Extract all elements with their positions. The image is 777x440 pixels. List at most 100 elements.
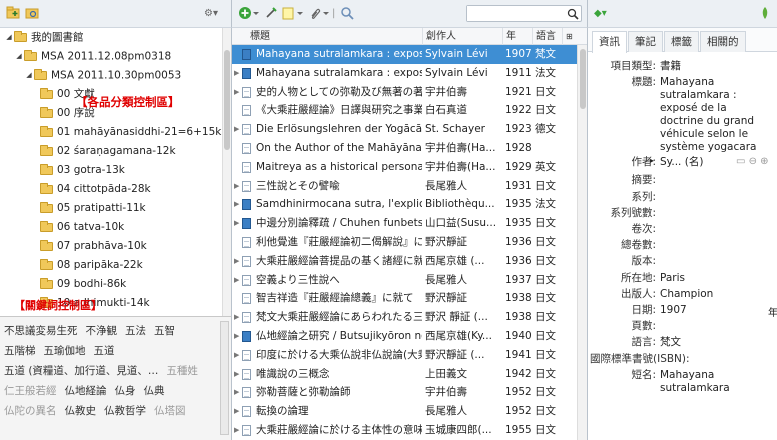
attach-icon[interactable]	[308, 6, 330, 22]
tag[interactable]: 不浄観	[86, 325, 118, 337]
table-row[interactable]: ▶ Mahayana sutralamkara : exposé de la ..…	[232, 64, 577, 83]
tab-1[interactable]: 筆記	[628, 31, 663, 52]
expand-row-icon[interactable]: ▶	[234, 346, 239, 365]
collection-item[interactable]: ◢ MSA 2011.12.08pm0318	[0, 47, 231, 66]
expand-row-icon[interactable]: ▶	[234, 365, 239, 384]
table-row[interactable]: 智吉祥造『莊嚴經論總義』に就て 野沢靜証 1938 日文	[232, 289, 577, 308]
new-note-icon[interactable]	[282, 6, 304, 22]
search-input[interactable]	[467, 6, 565, 21]
advanced-search-icon[interactable]	[340, 6, 354, 22]
field-value[interactable]: Paris	[660, 272, 685, 285]
tag[interactable]: 仏典	[144, 385, 165, 397]
tag[interactable]: 仏教史	[65, 405, 97, 417]
column-title[interactable]: 標題	[232, 28, 422, 45]
tag[interactable]: 仏塔図	[154, 405, 186, 417]
tag[interactable]: 五階梯	[4, 345, 36, 357]
tag[interactable]: 仏教哲学	[104, 405, 146, 417]
column-picker-icon[interactable]: ⊞	[562, 28, 578, 45]
column-year[interactable]: 年	[502, 28, 532, 45]
collection-item[interactable]: ◢ MSA 2011.10.30pm0053	[0, 66, 231, 85]
table-row[interactable]: ▶ 三性說とその譬喩 長尾雅人 1931 日文	[232, 177, 577, 196]
expand-row-icon[interactable]: ▶	[234, 120, 239, 139]
table-row[interactable]: ▶ 弥勒菩薩と弥勒論師 宇井伯壽 1952 日文	[232, 383, 577, 402]
table-row[interactable]: ▶ 仏地經論之研究 / Butsujikyōron no kenk...西尾京雄(…	[232, 327, 577, 346]
expand-row-icon[interactable]: ▶	[234, 252, 239, 271]
tag[interactable]: 仏身	[115, 385, 136, 397]
field-value[interactable]: 1907	[660, 304, 687, 317]
expand-row-icon[interactable]: ▶	[234, 64, 239, 83]
field-value[interactable]: Sy... (名)	[660, 156, 703, 169]
table-row[interactable]: ▶ 大乘莊嚴經論に於ける主体性の意味 / On...玉城康四郎(... 1955日文	[232, 421, 577, 440]
expand-toggle-icon[interactable]: ◢	[14, 47, 24, 66]
tag[interactable]: 仏地経論	[65, 385, 107, 397]
collection-item[interactable]: 03 gotra-13k	[0, 161, 231, 180]
collection-item[interactable]: 05 pratipatti-11k	[0, 199, 231, 218]
collection-item[interactable]: 04 cittotpāda-28k	[0, 180, 231, 199]
field-value[interactable]: 書籍	[660, 60, 681, 73]
collection-item[interactable]: 09 bodhi-86k	[0, 275, 231, 294]
tag[interactable]: 五種姓	[166, 365, 198, 377]
new-saved-search-icon[interactable]	[25, 6, 39, 22]
table-row[interactable]: ▶ Die Erlösungslehren der Yogācāra's n...…	[232, 120, 577, 139]
table-row[interactable]: Maitreya as a historical personage, Stu.…	[232, 158, 577, 177]
expand-toggle-icon[interactable]: ◢	[4, 28, 14, 47]
expand-toggle-icon[interactable]: ◢	[24, 66, 34, 85]
expand-row-icon[interactable]: ▶	[234, 271, 239, 290]
table-row[interactable]: ▶ 梵文大乘莊嚴經論にあらわれたる三性說...野沢 靜証 (... 1938日文	[232, 308, 577, 327]
search-input-box[interactable]	[466, 5, 582, 22]
locate-icon[interactable]: ◆▾	[594, 6, 607, 22]
expand-row-icon[interactable]: ▶	[234, 83, 239, 102]
expand-row-icon[interactable]: ▶	[234, 421, 239, 440]
tag-scrollbar[interactable]	[220, 321, 229, 435]
field-value[interactable]: 梵文	[660, 336, 681, 349]
column-creator[interactable]: 創作人	[422, 28, 502, 45]
gear-icon[interactable]: ⚙▾	[204, 6, 218, 22]
tag[interactable]: 五瑜伽地	[44, 345, 86, 357]
tag[interactable]: 不思議変易生死	[4, 325, 78, 337]
items-scrollbar[interactable]	[577, 45, 587, 440]
collection-item[interactable]: 02 śaraṇagamana-12k	[0, 142, 231, 161]
tag[interactable]: 仏陀の異名	[4, 405, 57, 417]
column-language[interactable]: 語言	[532, 28, 562, 45]
table-row[interactable]: 利他覺進『莊嚴經論初二偈解說』に就て野沢靜証 1936日文	[232, 233, 577, 252]
table-row[interactable]: ▶ 唯識說の三概念 上田義文 1942 日文	[232, 365, 577, 384]
table-row[interactable]: ▶ 大乘莊嚴經論菩提品の基く諸經に就いて/...西尾京雄 (... 1936日文	[232, 252, 577, 271]
table-row[interactable]: ▶ 転換の論理 長尾雅人 1952 日文	[232, 402, 577, 421]
field-value[interactable]: Mahayana sutralamkara	[660, 369, 730, 395]
table-row[interactable]: Mahayana sutralamkara : exposé de la ...…	[232, 45, 577, 64]
table-row[interactable]: 《大乘莊嚴經論》日譯與研究之事業論文白石真道 1922日文	[232, 101, 577, 120]
tag[interactable]: 五道 (資糧道、加行道、見道、…	[4, 365, 158, 377]
tag[interactable]: 五道	[94, 345, 115, 357]
table-row[interactable]: ▶ 史的人物としての弥勒及び無著の著述 宇井伯壽 1921 日文	[232, 83, 577, 102]
expand-row-icon[interactable]: ▶	[234, 383, 239, 402]
sync-icon[interactable]	[759, 6, 771, 22]
search-icon[interactable]	[567, 8, 579, 20]
new-item-icon[interactable]	[238, 6, 260, 22]
expand-row-icon[interactable]: ▶	[234, 308, 239, 327]
field-value[interactable]: Champion	[660, 288, 713, 301]
table-row[interactable]: On the Author of the Mahāyānasūtrālaṁ...…	[232, 139, 577, 158]
expand-creator-icon[interactable]: ▸	[650, 156, 654, 165]
collection-item[interactable]: 07 prabhāva-10k	[0, 237, 231, 256]
expand-row-icon[interactable]: ▶	[234, 177, 239, 196]
collections-scrollbar[interactable]	[222, 28, 231, 316]
tab-3[interactable]: 相關的	[700, 31, 746, 52]
creator-controls[interactable]: ▭ ⊖ ⊕	[736, 156, 769, 167]
tag[interactable]: 五法	[125, 325, 146, 337]
expand-row-icon[interactable]: ▶	[234, 327, 239, 346]
new-collection-icon[interactable]	[6, 6, 20, 22]
table-row[interactable]: ▶ 中邊分別論釋疏 / Chuhen funbetsuron s...山口益(Su…	[232, 214, 577, 233]
tag[interactable]: 五智	[154, 325, 175, 337]
tag[interactable]: 仁王般若經	[4, 385, 57, 397]
collection-item[interactable]: 01 mahāyānasiddhi-21=6+15k	[0, 123, 231, 142]
collection-item[interactable]: 06 tatva-10k	[0, 218, 231, 237]
collection-item[interactable]: ◢ 我的圖書館	[0, 28, 231, 47]
expand-row-icon[interactable]: ▶	[234, 402, 239, 421]
tab-0[interactable]: 資訊	[592, 31, 627, 53]
table-row[interactable]: ▶ 印度に於ける大乘仏說非仏說論(大乘莊嚴...野沢靜証 (... 1941日文	[232, 346, 577, 365]
field-value[interactable]: Mahayana sutralamkara : exposé de la doc…	[660, 76, 756, 154]
add-by-identifier-icon[interactable]	[264, 6, 278, 22]
collection-item[interactable]: 08 paripāka-22k	[0, 256, 231, 275]
expand-row-icon[interactable]: ▶	[234, 195, 239, 214]
expand-row-icon[interactable]: ▶	[234, 214, 239, 233]
